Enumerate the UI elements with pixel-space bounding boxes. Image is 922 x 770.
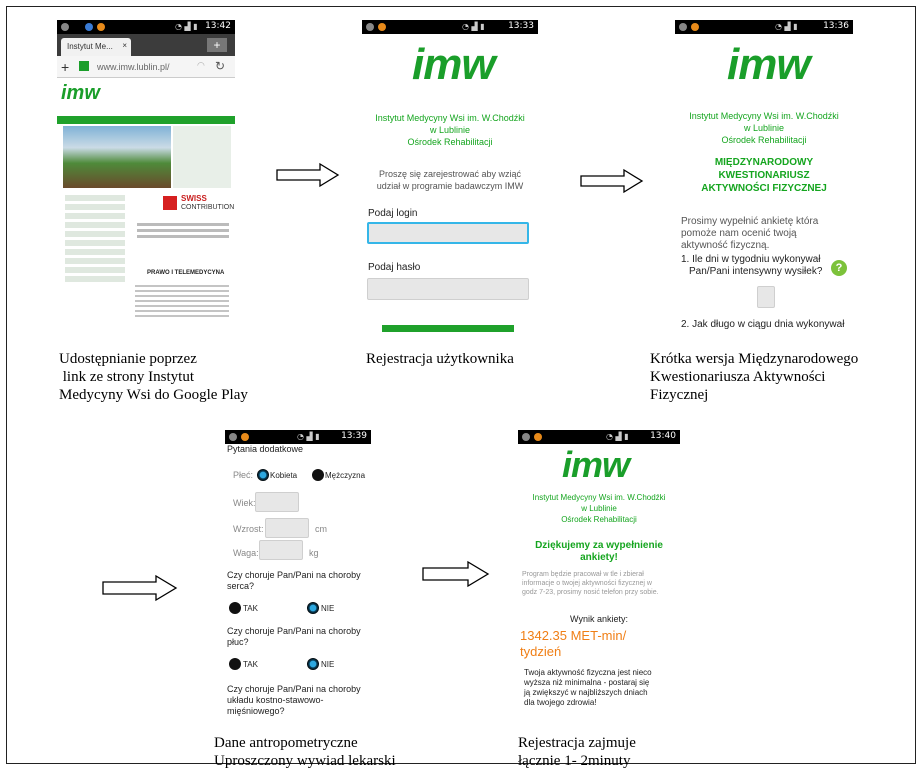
caption-browser: Udostępnianie poprzez link ze strony Ins…	[59, 351, 248, 403]
rss-icon[interactable]: ◠	[197, 60, 205, 71]
heart-no-radio[interactable]	[307, 602, 319, 614]
arrow-right-icon	[422, 560, 490, 588]
caption-additional-questions: Dane antropometryczne Uproszczony wywiad…	[214, 735, 396, 769]
question-1: 1. Ile dni w tygodniu wykonywał Pan/Pani…	[681, 254, 823, 277]
site-hero-image	[63, 126, 171, 188]
password-input[interactable]	[367, 278, 529, 300]
status-time: 13:42	[205, 21, 231, 31]
site-article-text	[135, 282, 229, 326]
male-label: Mężczyzna	[325, 471, 366, 480]
register-button[interactable]	[382, 325, 514, 332]
status-time: 13:40	[650, 431, 676, 441]
status-bar: ◔ ▟ ▮ 13:39	[225, 430, 371, 444]
plus-icon[interactable]: +	[61, 59, 69, 75]
close-tab-icon[interactable]: ×	[122, 41, 127, 50]
password-label: Podaj hasło	[368, 262, 421, 273]
browser-tab[interactable]: Instytut Me... ×	[61, 38, 131, 56]
site-nav-bar[interactable]	[57, 116, 235, 124]
tab-title: Instytut Me...	[67, 42, 113, 51]
status-bar: ◔ ▟ ▮ 13:36	[675, 20, 853, 34]
arrow-right-icon	[102, 574, 178, 602]
caption-registration: Rejestracja użytkownika	[366, 351, 514, 367]
phone-screen-questionnaire: ◔ ▟ ▮ 13:36 imw Instytut Medycyny Wsi im…	[675, 20, 853, 332]
result-label: Wynik ankiety:	[570, 614, 628, 624]
height-input[interactable]	[265, 518, 309, 538]
height-unit: cm	[315, 524, 327, 534]
questionnaire-intro: Prosimy wypełnić ankietę która pomoże na…	[681, 216, 819, 251]
lungs-no-radio[interactable]	[307, 658, 319, 670]
question-heart: Czy choruje Pan/Pani na choroby serca?	[227, 570, 361, 591]
weight-unit: kg	[309, 548, 319, 558]
institute-name: Instytut Medycyny Wsi im. W.Chodźki w Lu…	[532, 493, 666, 524]
weight-input[interactable]	[259, 540, 303, 560]
phone-screen-result: ◔ ▟ ▮ 13:40 imw Instytut Medycyny Wsi im…	[518, 430, 680, 722]
days-input[interactable]	[757, 286, 775, 308]
url-text[interactable]: www.imw.lublin.pl/	[97, 62, 170, 72]
female-radio[interactable]	[257, 469, 269, 481]
phone-screen-registration: ◔ ▟ ▮ 13:33 imw Instytut Medycyny Wsi im…	[362, 20, 538, 332]
phone-screen-additional-questions: ◔ ▟ ▮ 13:39 Pytania dodatkowe Płeć: Kobi…	[225, 430, 371, 722]
arrow-right-icon	[580, 168, 644, 194]
new-tab-icon[interactable]: +	[207, 38, 227, 52]
lungs-yes-label: TAK	[243, 660, 258, 669]
result-description: Twoja aktywność fizyczna jest nieco wyżs…	[524, 668, 652, 707]
lungs-no-label: NIE	[321, 660, 335, 669]
login-label: Podaj login	[368, 208, 418, 219]
question-lungs: Czy choruje Pan/Pani na choroby płuc?	[227, 626, 361, 647]
arrow-right-icon	[276, 162, 340, 188]
questionnaire-heading: MIĘDZYNARODOWY KWESTIONARIUSZ AKTYWNOŚCI…	[701, 157, 827, 194]
age-label: Wiek:	[233, 498, 256, 508]
height-label: Wzrost:	[233, 524, 264, 534]
female-label: Kobieta	[270, 471, 298, 480]
status-bar: ◔ ▟ ▮ 13:42	[57, 20, 235, 34]
imw-logo: imw	[727, 40, 811, 89]
institute-name: Instytut Medycyny Wsi im. W.Chodźki w Lu…	[689, 111, 839, 145]
imw-logo: imw	[412, 40, 496, 89]
heart-no-label: NIE	[321, 604, 335, 613]
status-bar: ◔ ▟ ▮ 13:33	[362, 20, 538, 34]
heart-yes-radio[interactable]	[229, 602, 241, 614]
status-time: 13:36	[823, 21, 849, 31]
status-time: 13:33	[508, 21, 534, 31]
status-bar: ◔ ▟ ▮ 13:40	[518, 430, 680, 444]
site-section-heading: PRAWO I TELEMEDYCYNA	[147, 270, 225, 276]
swiss-flag-icon	[163, 196, 177, 210]
caption-questionnaire: Krótka wersja Międzynarodowego Kwestiona…	[650, 351, 859, 403]
browser-tab-strip: Instytut Me... × +	[57, 34, 235, 56]
address-bar[interactable]: + www.imw.lublin.pl/ ◠ ↻	[57, 56, 235, 78]
refresh-icon[interactable]: ↻	[215, 59, 225, 73]
swiss-subtitle: CONTRIBUTION	[181, 204, 235, 211]
help-icon[interactable]: ?	[831, 260, 847, 276]
login-input[interactable]	[367, 222, 529, 244]
lungs-yes-radio[interactable]	[229, 658, 241, 670]
imw-logo: imw	[562, 444, 630, 485]
program-info: Program będzie pracował w tle i zbierał …	[522, 571, 659, 596]
age-input[interactable]	[255, 492, 299, 512]
question-2: 2. Jak długo w ciągu dnia wykonywał	[681, 319, 845, 330]
sex-label: Płeć:	[233, 470, 254, 480]
result-value: 1342.35 MET-min/ tydzień	[520, 628, 627, 659]
site-hero-side	[173, 126, 231, 188]
caption-result: Rejestracja zajmuje łącznie 1- 2minuty	[518, 735, 636, 769]
swiss-title: SWISS	[181, 194, 207, 203]
page-title: Pytania dodatkowe	[227, 444, 304, 454]
institute-name: Instytut Medycyny Wsi im. W.Chodźki w Lu…	[375, 113, 525, 147]
heart-yes-label: TAK	[243, 604, 258, 613]
site-body-text	[137, 220, 229, 250]
site-sidebar-menu	[65, 192, 125, 322]
phone-screen-browser: ◔ ▟ ▮ 13:42 Instytut Me... × + + www.imw…	[57, 20, 235, 332]
favicon-icon	[79, 61, 89, 71]
male-radio[interactable]	[312, 469, 324, 481]
weight-label: Waga:	[233, 548, 259, 558]
question-bones: Czy choruje Pan/Pani na choroby układu k…	[227, 684, 361, 716]
site-logo: imw	[61, 82, 100, 104]
status-time: 13:39	[341, 431, 367, 441]
registration-prompt: Proszę się zarejestrować aby wziąć udzia…	[376, 169, 524, 191]
thanks-heading: Dziękujemy za wypełnienie ankiety!	[535, 540, 663, 563]
